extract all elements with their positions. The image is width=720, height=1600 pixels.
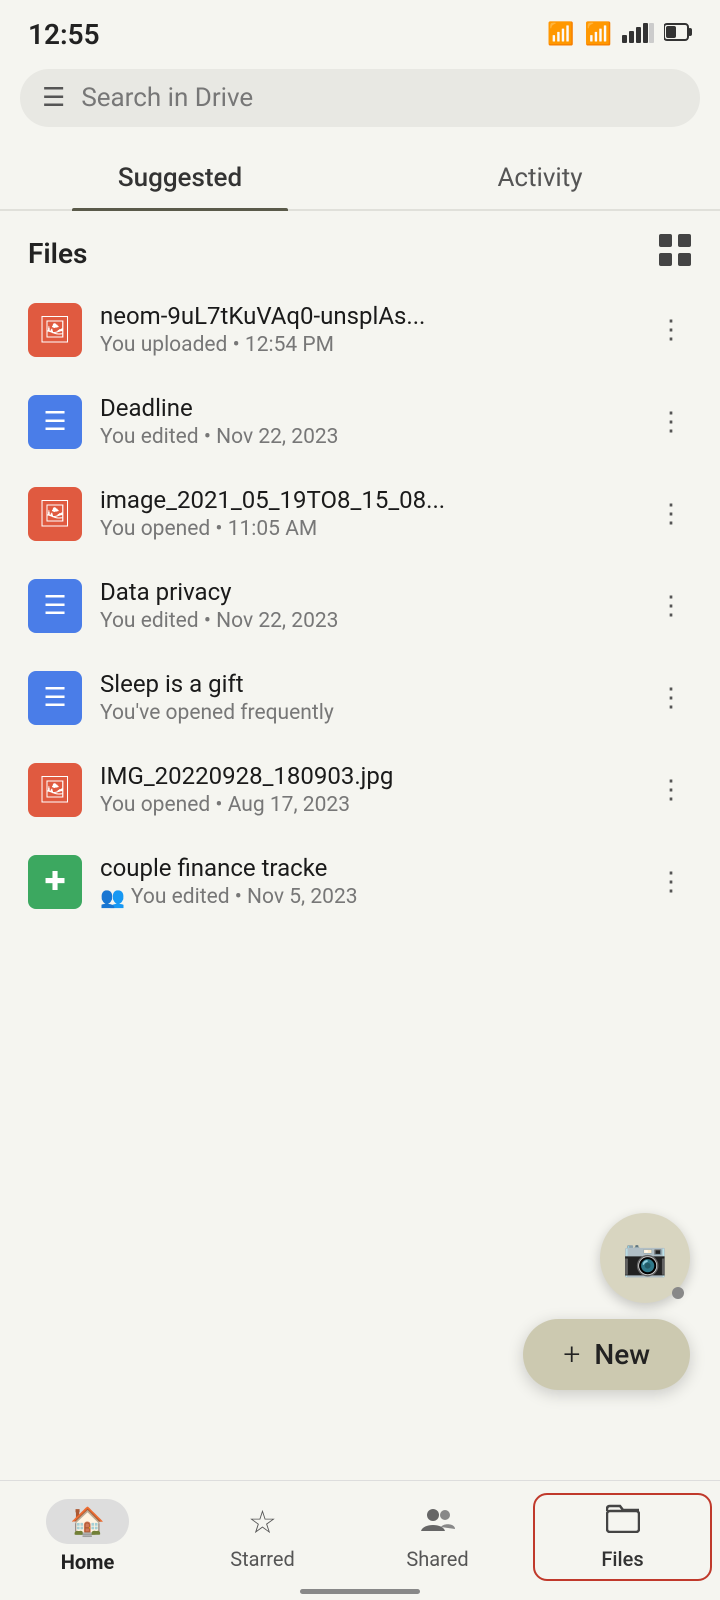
more-options-button[interactable]: ⋮	[650, 859, 692, 905]
files-header: Files	[0, 211, 720, 284]
tabs: Suggested Activity	[0, 141, 720, 211]
file-thumbnail: 🖼	[28, 303, 82, 357]
doc-icon: ☰	[43, 591, 66, 621]
new-fab-label: New	[594, 1338, 650, 1371]
file-meta: You uploaded • 12:54 PM	[100, 333, 632, 357]
list-item[interactable]: 🖼 neom-9uL7tKuVAq0-unsplAs... You upload…	[10, 284, 710, 376]
list-item[interactable]: 🖼 IMG_20220928_180903.jpg You opened • A…	[10, 744, 710, 836]
nav-item-home[interactable]: 🏠 Home	[0, 1491, 175, 1582]
nav-item-files[interactable]: Files	[533, 1493, 712, 1581]
search-bar-wrap: ☰ Search in Drive	[0, 61, 720, 141]
list-item[interactable]: ☰ Data privacy You edited • Nov 22, 2023…	[10, 560, 710, 652]
image-icon: 🖼	[38, 499, 71, 529]
more-options-button[interactable]: ⋮	[650, 583, 692, 629]
nav-label-starred: Starred	[230, 1547, 295, 1571]
file-name: Deadline	[100, 394, 632, 422]
file-info: Data privacy You edited • Nov 22, 2023	[100, 578, 632, 633]
home-pill: 🏠	[46, 1499, 129, 1544]
files-section-title: Files	[28, 237, 87, 270]
file-meta: 👥 You edited • Nov 5, 2023	[100, 885, 632, 909]
nav-item-shared[interactable]: Shared	[350, 1495, 525, 1579]
signal-icon	[622, 21, 654, 49]
list-item[interactable]: 🖼 image_2021_05_19TO8_15_08... You opene…	[10, 468, 710, 560]
file-name: neom-9uL7tKuVAq0-unsplAs...	[100, 302, 632, 330]
file-thumbnail: 🖼	[28, 763, 82, 817]
bluetooth-icon: 📶	[547, 22, 574, 47]
star-icon: ☆	[248, 1503, 277, 1541]
plus-icon: +	[563, 1337, 580, 1372]
file-thumbnail: ☰	[28, 395, 82, 449]
nav-label-files: Files	[601, 1547, 643, 1571]
file-thumbnail: 🖼	[28, 487, 82, 541]
home-icon: 🏠	[70, 1505, 105, 1538]
doc-icon: ☰	[43, 407, 66, 437]
home-indicator	[300, 1589, 420, 1594]
file-name: couple finance tracke	[100, 854, 632, 882]
wifi-icon: 📶	[585, 22, 612, 47]
menu-icon[interactable]: ☰	[42, 83, 65, 113]
file-info: image_2021_05_19TO8_15_08... You opened …	[100, 486, 632, 541]
grid-view-icon[interactable]	[658, 233, 692, 274]
nav-label-home: Home	[61, 1550, 115, 1574]
file-thumbnail: ✚	[28, 855, 82, 909]
file-name: image_2021_05_19TO8_15_08...	[100, 486, 632, 514]
list-item[interactable]: ☰ Deadline You edited • Nov 22, 2023 ⋮	[10, 376, 710, 468]
file-list: 🖼 neom-9uL7tKuVAq0-unsplAs... You upload…	[0, 284, 720, 928]
more-options-button[interactable]: ⋮	[650, 767, 692, 813]
file-info: neom-9uL7tKuVAq0-unsplAs... You uploaded…	[100, 302, 632, 357]
file-info: IMG_20220928_180903.jpg You opened • Aug…	[100, 762, 632, 817]
status-time: 12:55	[28, 18, 100, 51]
list-item[interactable]: ✚ couple finance tracke 👥 You edited • N…	[10, 836, 710, 928]
file-name: Sleep is a gift	[100, 670, 632, 698]
list-item[interactable]: ☰ Sleep is a gift You've opened frequent…	[10, 652, 710, 744]
sheets-icon: ✚	[44, 867, 66, 897]
nav-label-shared: Shared	[406, 1547, 468, 1571]
battery-icon	[664, 21, 692, 49]
file-name: Data privacy	[100, 578, 632, 606]
new-fab-button[interactable]: + New	[523, 1319, 690, 1390]
more-options-button[interactable]: ⋮	[650, 399, 692, 445]
files-icon	[606, 1503, 640, 1541]
shared-icon	[421, 1503, 455, 1541]
fab-area: 📷 + New	[523, 1213, 690, 1390]
file-meta: You edited • Nov 22, 2023	[100, 425, 632, 449]
file-thumbnail: ☰	[28, 579, 82, 633]
status-icons: 📶 📶	[547, 21, 692, 49]
tab-activity[interactable]: Activity	[360, 141, 720, 209]
search-bar[interactable]: ☰ Search in Drive	[20, 69, 700, 127]
file-info: Sleep is a gift You've opened frequently	[100, 670, 632, 725]
more-options-button[interactable]: ⋮	[650, 307, 692, 353]
file-info: Deadline You edited • Nov 22, 2023	[100, 394, 632, 449]
file-meta: You opened • 11:05 AM	[100, 517, 632, 541]
image-icon: 🖼	[38, 315, 71, 345]
file-thumbnail: ☰	[28, 671, 82, 725]
file-name: IMG_20220928_180903.jpg	[100, 762, 632, 790]
file-meta: You opened • Aug 17, 2023	[100, 793, 632, 817]
camera-fab-button[interactable]: 📷	[600, 1213, 690, 1303]
image-icon: 🖼	[38, 775, 71, 805]
file-meta: You've opened frequently	[100, 701, 632, 725]
file-info: couple finance tracke 👥 You edited • Nov…	[100, 854, 632, 909]
bottom-nav: 🏠 Home ☆ Starred Shared Files	[0, 1480, 720, 1600]
doc-icon: ☰	[43, 683, 66, 713]
file-meta: You edited • Nov 22, 2023	[100, 609, 632, 633]
shared-people-icon: 👥	[100, 885, 125, 909]
search-placeholder: Search in Drive	[81, 83, 253, 113]
more-options-button[interactable]: ⋮	[650, 675, 692, 721]
more-options-button[interactable]: ⋮	[650, 491, 692, 537]
nav-item-starred[interactable]: ☆ Starred	[175, 1495, 350, 1579]
camera-icon: 📷	[623, 1237, 668, 1279]
tab-suggested[interactable]: Suggested	[0, 141, 360, 209]
status-bar: 12:55 📶 📶	[0, 0, 720, 61]
